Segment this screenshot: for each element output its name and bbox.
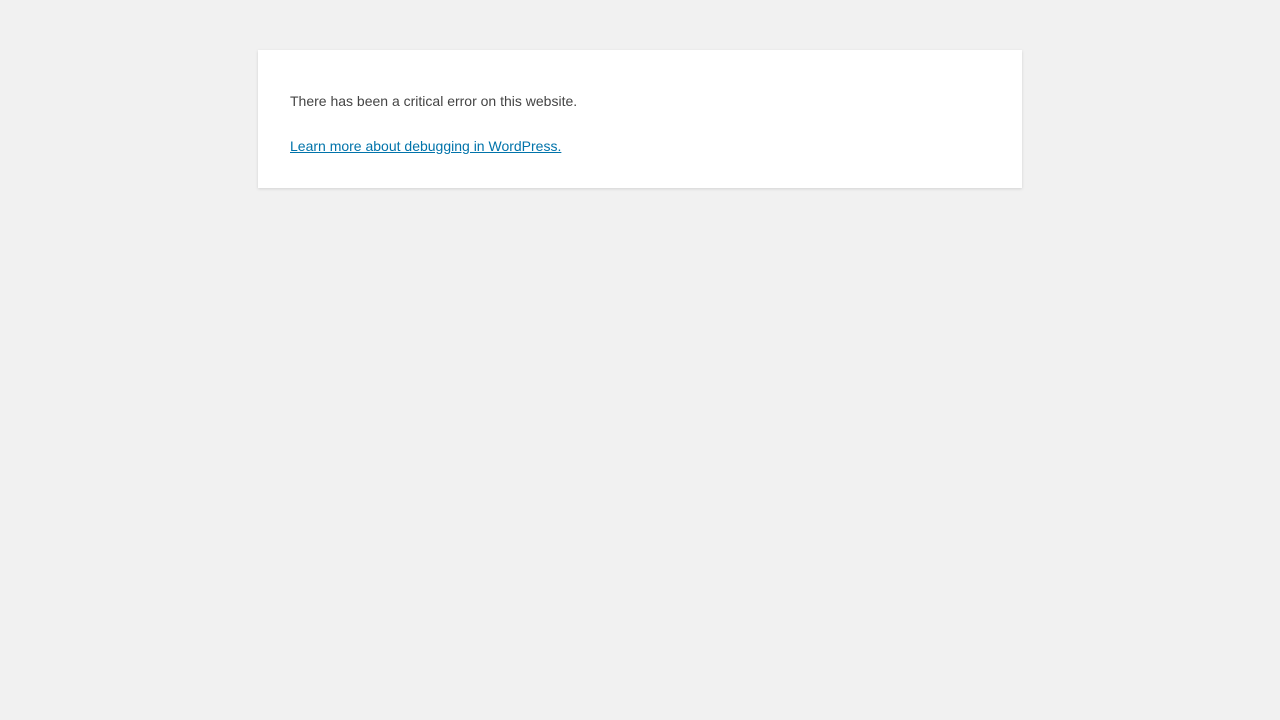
error-panel: There has been a critical error on this … [258,50,1022,188]
debug-link-paragraph: Learn more about debugging in WordPress. [290,136,990,156]
debugging-help-link[interactable]: Learn more about debugging in WordPress. [290,138,561,154]
critical-error-message: There has been a critical error on this … [290,93,578,109]
